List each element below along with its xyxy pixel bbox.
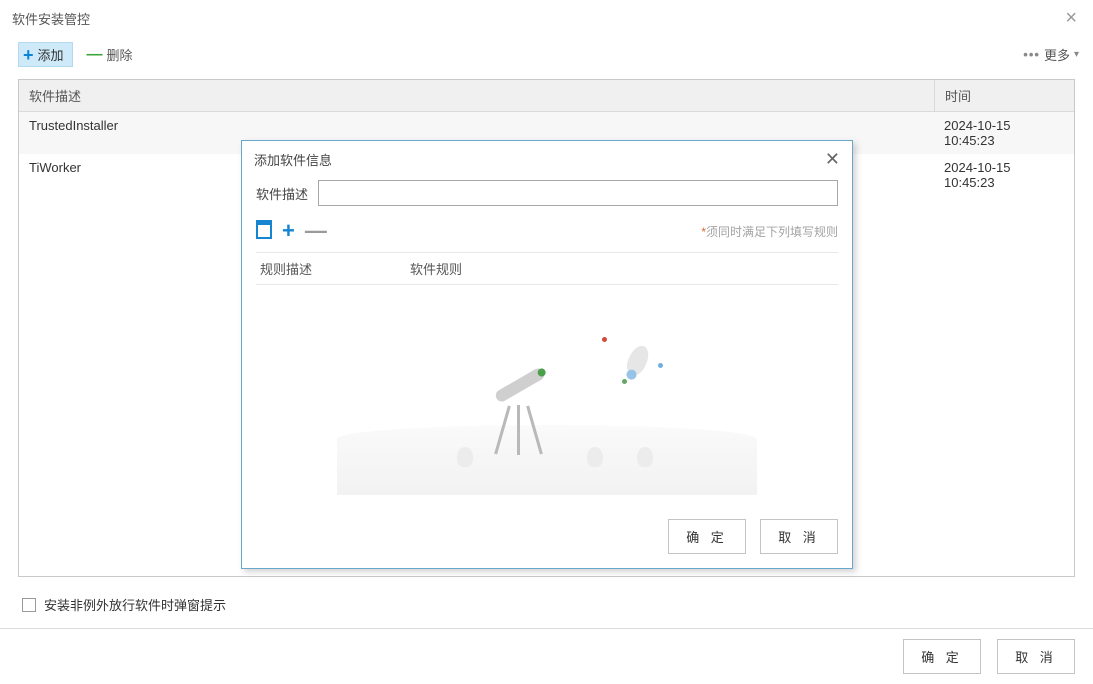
rule-grid-empty: [256, 285, 838, 495]
software-desc-label: 软件描述: [256, 184, 308, 203]
minus-icon[interactable]: —: [305, 220, 327, 242]
chevron-down-icon: ▾: [1074, 49, 1079, 60]
more-menu[interactable]: ••• 更多 ▾: [1023, 45, 1079, 64]
dialog-footer: 确 定 取 消: [242, 509, 852, 568]
plus-icon[interactable]: +: [282, 220, 295, 242]
rule-header-rule[interactable]: 软件规则: [406, 253, 838, 284]
grid-header-name[interactable]: 软件描述: [19, 80, 934, 111]
more-dots-icon: •••: [1023, 47, 1040, 62]
window-titlebar: 软件安装管控 ×: [0, 0, 1093, 38]
software-desc-input[interactable]: [318, 180, 838, 206]
more-label: 更多: [1044, 45, 1070, 64]
toolbar-left: + 添加 — 删除: [18, 42, 133, 67]
checkbox-icon[interactable]: [22, 598, 36, 612]
option-label: 安装非例外放行软件时弹窗提示: [44, 595, 226, 614]
close-icon[interactable]: ×: [1061, 8, 1081, 28]
plus-icon: +: [23, 46, 34, 64]
cancel-button[interactable]: 取 消: [997, 639, 1075, 674]
close-icon[interactable]: ✕: [825, 149, 840, 170]
minus-icon: —: [87, 46, 103, 64]
rule-note: *须同时满足下列填写规则: [701, 223, 838, 240]
toolbar: + 添加 — 删除 ••• 更多 ▾: [0, 38, 1093, 73]
ok-button[interactable]: 确 定: [668, 519, 746, 554]
window-icon[interactable]: [256, 223, 272, 239]
add-software-dialog: 添加软件信息 ✕ 软件描述 + — *须同时满足下列填写规则 规则描述 软件规则: [241, 140, 853, 569]
grid-header: 软件描述 时间: [19, 80, 1074, 112]
rule-toolbar: + — *须同时满足下列填写规则: [256, 220, 838, 242]
delete-button[interactable]: — 删除: [87, 45, 133, 64]
dialog-header: 添加软件信息 ✕: [242, 141, 852, 180]
window-title: 软件安装管控: [12, 9, 90, 28]
dialog-footer: 确 定 取 消: [0, 628, 1093, 684]
ok-button[interactable]: 确 定: [903, 639, 981, 674]
option-popup-nonexception[interactable]: 安装非例外放行软件时弹窗提示: [22, 595, 1071, 614]
telescope-icon: [487, 385, 547, 455]
cancel-button[interactable]: 取 消: [760, 519, 838, 554]
add-button-label: 添加: [38, 45, 64, 64]
cell-time: 2024-10-15 10:45:23: [934, 112, 1074, 154]
delete-button-label: 删除: [107, 45, 133, 64]
software-desc-row: 软件描述: [256, 180, 838, 206]
rule-note-text: 须同时满足下列填写规则: [706, 225, 838, 239]
rule-grid-header: 规则描述 软件规则: [256, 252, 838, 285]
rule-header-desc[interactable]: 规则描述: [256, 253, 406, 284]
cell-time: 2024-10-15 10:45:23: [934, 154, 1074, 196]
add-button[interactable]: + 添加: [18, 42, 73, 67]
rule-toolbar-left: + —: [256, 220, 327, 242]
dialog-title: 添加软件信息: [254, 150, 332, 169]
rocket-icon: [624, 343, 653, 378]
empty-illustration: [337, 315, 757, 495]
dialog-body: 软件描述 + — *须同时满足下列填写规则 规则描述 软件规则: [242, 180, 852, 509]
grid-header-time[interactable]: 时间: [934, 80, 1074, 111]
